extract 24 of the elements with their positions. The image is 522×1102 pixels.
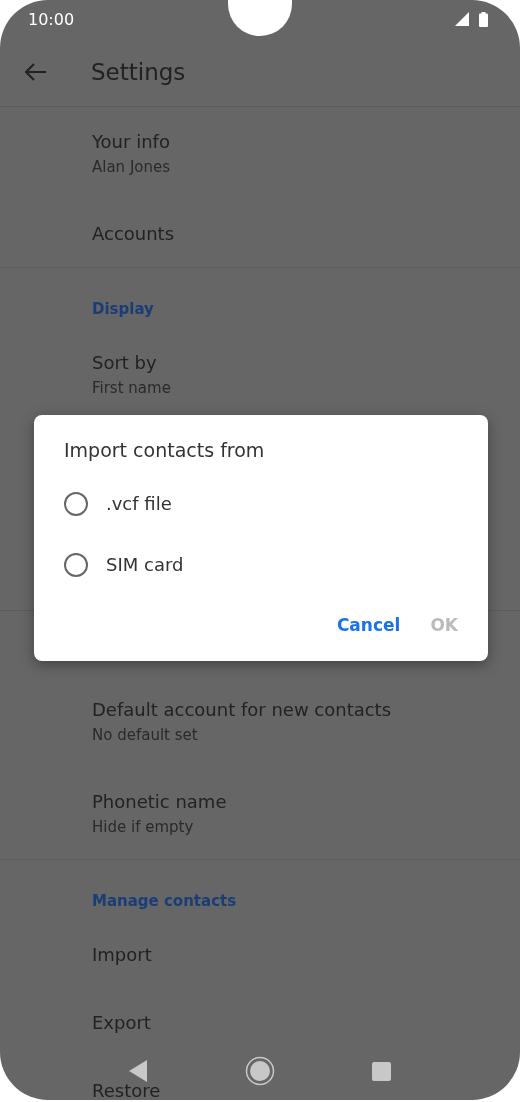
screen-title: Settings bbox=[91, 59, 186, 85]
settings-item[interactable]: Accounts bbox=[0, 199, 520, 267]
settings-item[interactable]: Default account for new contacts No default set bbox=[0, 675, 520, 767]
recents-icon[interactable] bbox=[372, 1061, 392, 1081]
radio-button[interactable] bbox=[64, 491, 88, 516]
status-time: 10:00 bbox=[28, 9, 75, 29]
radio-button[interactable] bbox=[64, 552, 88, 577]
dialog-title: Import contacts from bbox=[64, 439, 266, 461]
camera-notch bbox=[228, 0, 292, 36]
back-arrow-icon[interactable] bbox=[25, 63, 47, 81]
settings-item[interactable]: Your info Alan Jones bbox=[0, 107, 520, 199]
dialog-button[interactable]: Cancel bbox=[326, 607, 411, 643]
settings-item[interactable]: Import bbox=[0, 920, 520, 988]
settings-item[interactable]: Phonetic name Hide if empty bbox=[0, 767, 520, 859]
radio-option[interactable]: SIM card bbox=[64, 534, 458, 595]
back-icon[interactable] bbox=[128, 1060, 148, 1082]
settings-item[interactable]: Restore bbox=[0, 1056, 520, 1100]
radio-option[interactable]: .vcf file bbox=[64, 473, 458, 534]
signal-icon bbox=[455, 12, 469, 26]
section-header: Display bbox=[91, 299, 155, 320]
settings-item[interactable]: Export bbox=[0, 988, 520, 1056]
battery-icon bbox=[479, 11, 488, 27]
home-icon[interactable] bbox=[245, 1056, 275, 1086]
section-header: Manage contacts bbox=[91, 891, 238, 912]
